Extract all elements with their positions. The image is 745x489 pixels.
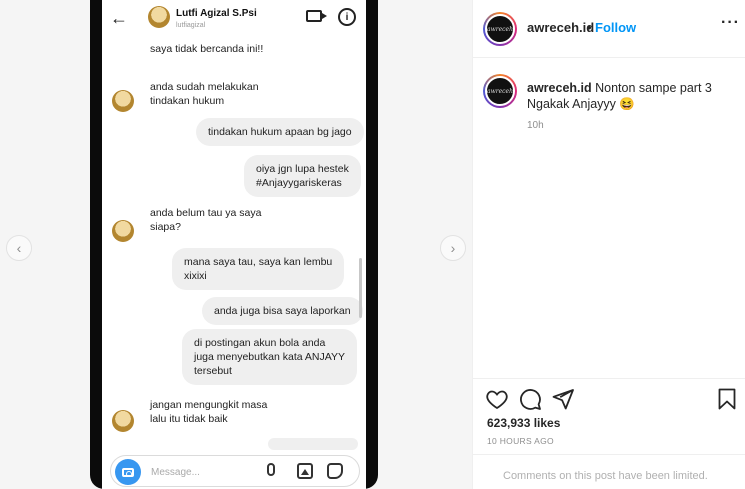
contact-avatar-small — [112, 220, 134, 242]
contact-avatar — [148, 6, 170, 28]
post-details-panel: awreceh awreceh.id • Follow ··· awreceh … — [472, 0, 745, 489]
message-outgoing-partial — [268, 438, 358, 450]
message-composer — [110, 455, 360, 487]
message-incoming: anda sudah melakukan tindakan hukum — [150, 81, 259, 107]
sticker-icon[interactable] — [327, 463, 343, 479]
more-icon[interactable]: ··· — [721, 14, 740, 32]
contact-handle: lutfiagizal — [176, 22, 206, 29]
caption-timestamp: 10h — [527, 120, 544, 131]
contact-avatar-small — [112, 90, 134, 112]
avatar-logo: awreceh — [485, 14, 515, 44]
message-outgoing: di postingan akun bola anda juga menyebu… — [182, 329, 357, 385]
message-outgoing: anda juga bisa saya laporkan — [202, 297, 363, 325]
dm-screen: ← Lutfi Agizal S.Psi lutfiagizal i saya … — [102, 0, 366, 489]
message-incoming: jangan mengungkit masa lalu itu tidak ba… — [150, 399, 268, 425]
avatar[interactable]: awreceh — [483, 12, 517, 46]
likes-count[interactable]: 623,933 likes — [487, 416, 560, 430]
message-incoming: saya tidak bercanda ini!! — [150, 43, 264, 55]
message-incoming: anda belum tau ya saya siapa? — [150, 207, 262, 233]
message-outgoing: oiya jgn lupa hestek #Anjayygariskeras — [244, 155, 361, 197]
contact-avatar-small — [112, 410, 134, 432]
avatar[interactable]: awreceh — [483, 74, 517, 108]
separator-dot: • — [587, 20, 592, 35]
avatar-logo: awreceh — [485, 76, 515, 106]
share-icon[interactable] — [551, 387, 575, 411]
message-outgoing: tindakan hukum apaan bg jago — [196, 118, 364, 146]
video-call-icon[interactable] — [306, 10, 327, 22]
post-header: awreceh awreceh.id • Follow ··· — [473, 0, 745, 58]
heart-icon[interactable] — [485, 387, 509, 411]
post-caption: awreceh.id Nonton sampe part 3 Ngakak An… — [527, 80, 727, 112]
message-outgoing: mana saya tau, saya kan lembu xixixi — [172, 248, 345, 290]
gallery-icon[interactable] — [297, 463, 313, 479]
instagram-post-view: ‹ › ← Lutfi Agizal S.Psi lutfiagizal i s… — [0, 0, 745, 489]
action-bar — [473, 378, 745, 418]
back-arrow-icon[interactable]: ← — [110, 8, 128, 29]
chevron-left-icon[interactable]: ‹ — [6, 235, 32, 261]
info-icon[interactable]: i — [338, 8, 356, 26]
post-username[interactable]: awreceh.id — [527, 20, 594, 35]
chevron-right-icon[interactable]: › — [440, 235, 466, 261]
comments-limited-notice: Comments on this post have been limited. — [473, 454, 745, 489]
post-timestamp: 10 HOURS AGO — [487, 436, 554, 446]
message-input[interactable] — [151, 465, 251, 479]
bookmark-icon[interactable] — [715, 387, 739, 411]
comment-icon[interactable] — [518, 387, 542, 411]
camera-icon[interactable] — [115, 459, 141, 485]
dm-header: ← Lutfi Agizal S.Psi lutfiagizal i — [102, 0, 366, 38]
comments-limited-text: Comments on this post have been limited. — [503, 470, 708, 482]
post-media: ‹ › ← Lutfi Agizal S.Psi lutfiagizal i s… — [0, 0, 472, 489]
scrollbar[interactable] — [359, 258, 362, 318]
caption-username[interactable]: awreceh.id — [527, 81, 592, 95]
contact-name: Lutfi Agizal S.Psi — [176, 8, 257, 19]
microphone-icon[interactable] — [267, 463, 275, 476]
follow-button[interactable]: Follow — [595, 20, 636, 35]
